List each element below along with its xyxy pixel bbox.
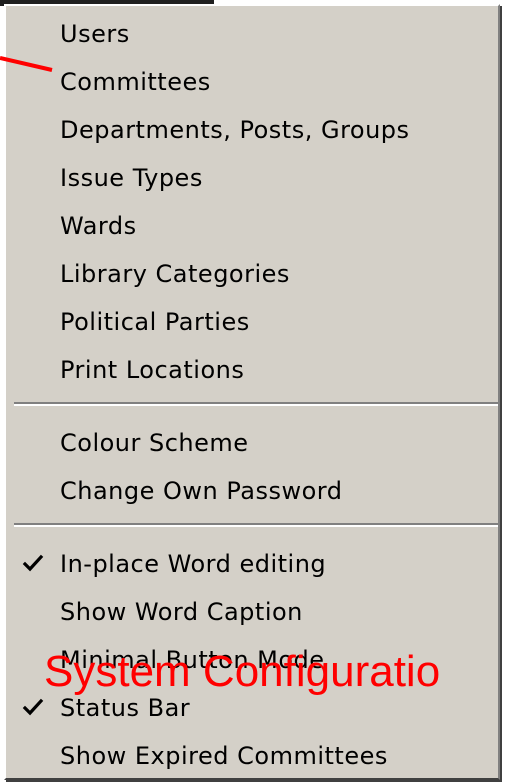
menu-item-label: Users bbox=[60, 20, 130, 48]
menu-item-label: Wards bbox=[60, 212, 137, 240]
menu-item-change-own-password[interactable]: Change Own Password bbox=[6, 467, 498, 515]
menu-separator bbox=[14, 523, 498, 527]
annotation-pointer-line bbox=[0, 56, 53, 72]
menu-item-in-place-word-editing[interactable]: In-place Word editing bbox=[6, 540, 498, 588]
menu-item-print-locations[interactable]: Print Locations bbox=[6, 346, 498, 394]
menu-item-label: Change Own Password bbox=[60, 477, 343, 505]
check-icon bbox=[22, 554, 44, 572]
menu-item-library-categories[interactable]: Library Categories bbox=[6, 250, 498, 298]
annotation-caption: System Configuratio bbox=[44, 647, 441, 696]
menu-item-label: In-place Word editing bbox=[60, 550, 327, 578]
menu-item-label: Colour Scheme bbox=[60, 429, 249, 457]
menu-item-label: Library Categories bbox=[60, 260, 290, 288]
menu-item-users[interactable]: Users bbox=[6, 10, 498, 58]
menu-item-show-expired-committees[interactable]: Show Expired Committees bbox=[6, 732, 498, 780]
check-icon bbox=[22, 698, 44, 716]
menu-item-departments-posts-groups[interactable]: Departments, Posts, Groups bbox=[6, 106, 498, 154]
menu-item-political-parties[interactable]: Political Parties bbox=[6, 298, 498, 346]
menu-item-label: Status Bar bbox=[60, 694, 191, 722]
menu-item-wards[interactable]: Wards bbox=[6, 202, 498, 250]
menu-item-label: Issue Types bbox=[60, 164, 203, 192]
menu-item-label: Departments, Posts, Groups bbox=[60, 116, 410, 144]
menu-item-show-word-caption[interactable]: Show Word Caption bbox=[6, 588, 498, 636]
menu-item-label: Print Locations bbox=[60, 356, 245, 384]
menu-item-label: Committees bbox=[60, 68, 211, 96]
menu-item-committees[interactable]: Committees bbox=[6, 58, 498, 106]
menu-item-label: Political Parties bbox=[60, 308, 250, 336]
menu-item-colour-scheme[interactable]: Colour Scheme bbox=[6, 419, 498, 467]
menu-item-label: Show Word Caption bbox=[60, 598, 303, 626]
screenshot-frame: Users Committees Departments, Posts, Gro… bbox=[0, 0, 508, 784]
menu-item-label: Show Expired Committees bbox=[60, 742, 388, 770]
menu-item-issue-types[interactable]: Issue Types bbox=[6, 154, 498, 202]
menu-separator bbox=[14, 402, 498, 406]
